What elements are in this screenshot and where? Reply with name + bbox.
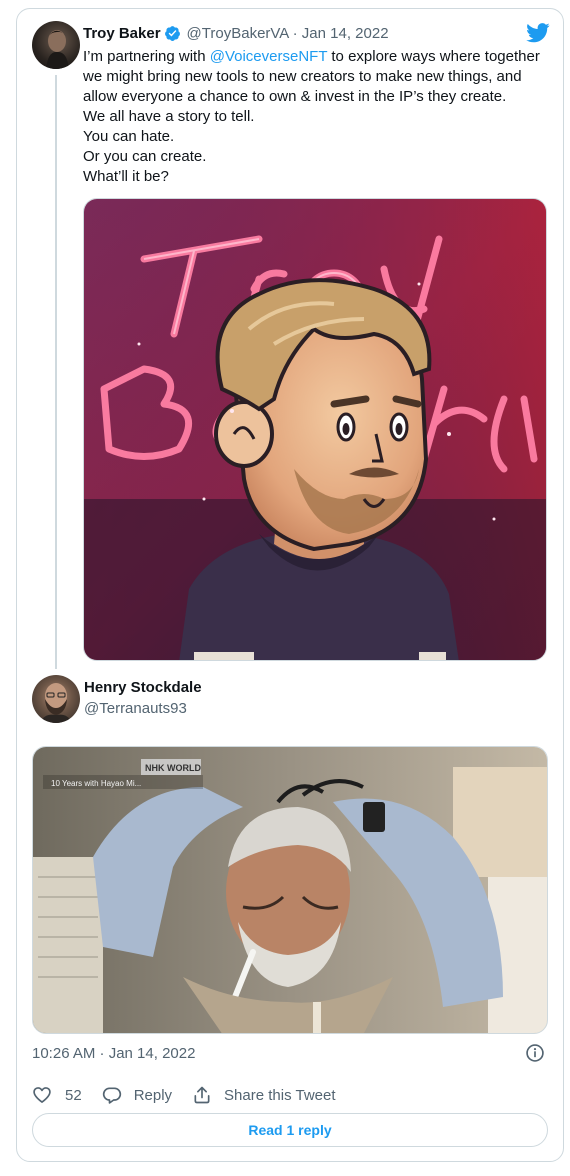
tweet-text-line-4: We all have a story to tell. <box>83 108 255 125</box>
twitter-bird-icon[interactable] <box>526 23 550 43</box>
thread-connector-line <box>55 75 57 669</box>
tweet-media-image-screenshot[interactable]: NHK WORLD 10 Years with Hayao Mi... <box>32 746 548 1034</box>
tweet-header: Troy Baker @TroyBakerVA · Jan 14, 2022 <box>83 23 389 43</box>
avatar-troy-portrait <box>46 30 69 69</box>
share-button-label: Share this Tweet <box>224 1086 336 1104</box>
heart-icon <box>33 1087 51 1103</box>
tweet-media-image-nft-portrait[interactable] <box>83 198 547 661</box>
tweet-text-line-1: I’m partnering with @VoiceverseNFT to ex… <box>83 47 553 67</box>
author-handle-and-date[interactable]: @TroyBakerVA · Jan 14, 2022 <box>187 25 389 42</box>
avatar-troy-baker[interactable] <box>32 21 80 69</box>
tweet-text-line-7: What’ll it be? <box>83 168 169 185</box>
reply-author-handle[interactable]: @Terranauts93 <box>84 700 187 717</box>
tweet-text-line-2: we might bring new tools to new creators… <box>83 68 522 85</box>
tweet-text-line-5: You can hate. <box>83 128 175 145</box>
tweet-timestamp-link[interactable]: 10:26 AM · Jan 14, 2022 <box>32 1045 195 1062</box>
share-icon <box>194 1086 210 1104</box>
info-icon[interactable] <box>525 1043 545 1063</box>
tweet-text-segment: I’m partnering with <box>83 48 210 65</box>
nhk-world-watermark: NHK WORLD <box>145 763 201 773</box>
reply-author-display-name[interactable]: Henry Stockdale <box>84 679 202 696</box>
share-button[interactable]: Share this Tweet <box>192 1085 336 1105</box>
tweet-text-segment: to explore ways where together <box>327 48 540 65</box>
tweet-action-bar: 52 Reply Share this Tweet <box>32 1083 356 1107</box>
reply-button-label: Reply <box>133 1086 173 1104</box>
reply-bubble-icon <box>102 1087 121 1104</box>
author-display-name[interactable]: Troy Baker <box>83 25 161 42</box>
like-count: 52 <box>65 1086 82 1104</box>
tweet-text-line-3: allow everyone a chance to own & invest … <box>83 88 507 105</box>
tweet-body-text: I’m partnering with @VoiceverseNFT to ex… <box>83 47 553 187</box>
mention-link-voiceverse[interactable]: @VoiceverseNFT <box>210 48 328 65</box>
nft-portrait-illustration <box>84 199 546 660</box>
avatar-henry-stockdale[interactable] <box>32 675 80 723</box>
reply-button[interactable]: Reply <box>102 1085 172 1105</box>
tweet-text-line-6: Or you can create. <box>83 148 207 165</box>
avatar-henry-portrait <box>40 683 72 723</box>
embedded-tweet-card: Troy Baker @TroyBakerVA · Jan 14, 2022 I… <box>16 8 564 1162</box>
like-button[interactable]: 52 <box>32 1085 82 1105</box>
documentary-caption: 10 Years with Hayao Mi... <box>51 779 141 788</box>
verified-badge-icon <box>164 25 181 42</box>
read-replies-button[interactable]: Read 1 reply <box>32 1113 548 1147</box>
reply-screenshot-photo: NHK WORLD 10 Years with Hayao Mi... <box>33 747 547 1033</box>
